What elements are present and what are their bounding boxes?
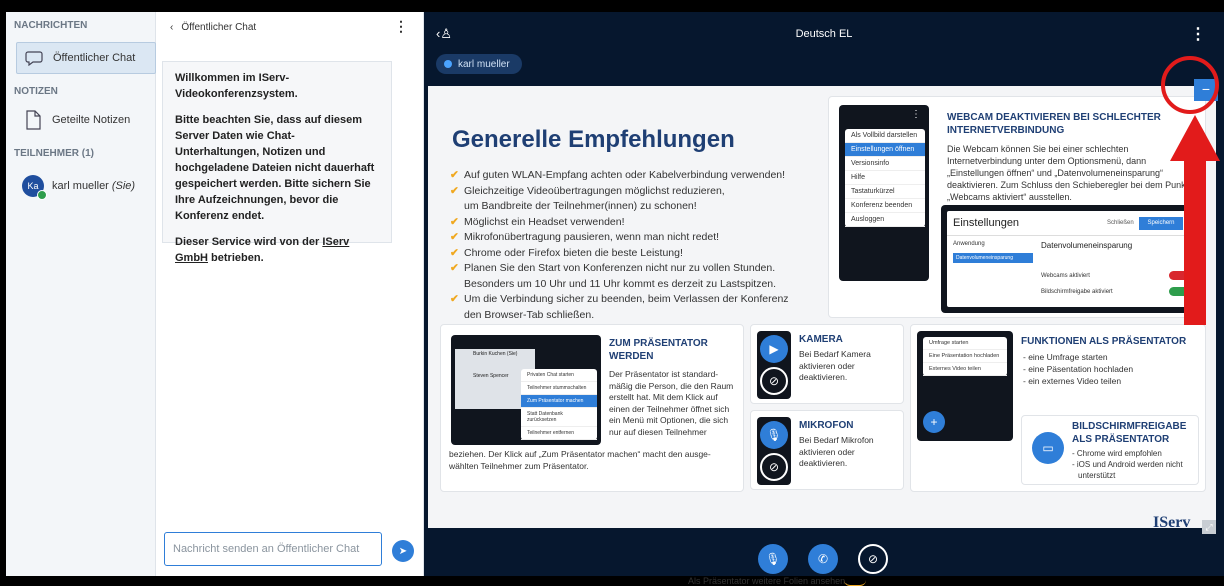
mic-off-icon: ⊘ (760, 453, 788, 481)
tip-item: ✔ Mikrofonübertragung pausieren, wenn man… (450, 231, 720, 243)
tip-item: den Browser-Tab schließen. (464, 308, 595, 321)
options-kebab-icon[interactable]: ⋮ (1190, 24, 1206, 44)
welcome-message: Willkommen im IServ-Videokonferenzsystem… (162, 61, 392, 264)
functions-list: - eine Umfrage starten - eine Päsentatio… (1023, 352, 1134, 386)
arrow-icon (844, 580, 866, 586)
participant-item[interactable]: Ka karl mueller (Sie) (16, 170, 156, 202)
chat-message-input[interactable]: Nachricht senden an Öffentlicher Chat (164, 532, 382, 566)
phone-icon: ✆ (817, 552, 829, 566)
camera-off-icon: ⊘ (867, 552, 879, 566)
section-notes: NOTIZEN (14, 86, 58, 97)
chat-bubble-icon (23, 47, 45, 69)
send-icon: ➤ (398, 545, 408, 557)
iserv-logo: IServ (1153, 514, 1191, 531)
red-arrow-annotation (1170, 115, 1220, 325)
mic-title: MIKROFON (799, 420, 854, 431)
options-menu-screenshot: ⋮ Als Vollbild darstellen Einstellungen … (839, 105, 929, 281)
microphone-card: 🎙 ⊘ MIKROFON Bei Bedarf Mikrofon aktivie… (750, 410, 904, 490)
status-dot-icon (37, 190, 47, 200)
media-controls: 🎙 ✆ ⊘ (424, 536, 1224, 576)
presenter-actions-screenshot: Umfrage starten Eine Präsentation hochla… (917, 331, 1013, 441)
functions-card: Umfrage starten Eine Präsentation hochla… (910, 324, 1206, 492)
presenter-text: Der Präsentator ist standard-mäßig die P… (609, 369, 734, 437)
sidebar-item-shared-notes[interactable]: Geteilte Notizen (16, 104, 156, 136)
participant-menu-screenshot: Burkin Kuchen (Sie) Steven Spencer Priva… (451, 335, 601, 445)
chat-panel: ‹ Öffentlicher Chat ⋮ Willkommen im ISer… (156, 12, 424, 576)
kebab-menu-icon[interactable]: ⋮ (394, 18, 408, 35)
presenter-card: Burkin Kuchen (Sie) Steven Spencer Priva… (440, 324, 744, 492)
tip-item: ✔ Gleichzeitige Videoübertragungen möglic… (450, 184, 725, 197)
camera-icons: ▶ ⊘ (757, 331, 791, 399)
welcome-line-1: Willkommen im IServ-Videokonferenzsystem… (175, 72, 298, 100)
tip-item: um Bandbreite der Teilnehmer(innen) zu s… (464, 200, 697, 212)
section-participants: TEILNEHMER (1) (14, 148, 94, 159)
tip-item: ✔ Planen Sie den Start von Konferenzen ni… (450, 262, 776, 274)
section-messages: NACHRICHTEN (14, 20, 88, 31)
tip-item: ✔ Chrome oder Firefox bieten die beste Le… (450, 246, 683, 259)
tip-item: ✔ Auf guten WLAN-Empfang achten oder Kabe… (450, 169, 786, 181)
conference-area: ‹♙ Deutsch EL ⋮ karl mueller Generelle E… (424, 12, 1224, 586)
webcam-card: ⋮ Als Vollbild darstellen Einstellungen … (828, 96, 1206, 318)
avatar: Ka (22, 175, 47, 200)
microphone-icon: 🎙 (765, 552, 781, 566)
webcam-text: Die Webcam können Sie bei einer schlecht… (947, 144, 1189, 202)
screenshare-card: ▭ BILDSCHIRMFREIGABE ALS PRÄSENTATOR - C… (1021, 415, 1199, 485)
microphone-button[interactable]: 🎙 (758, 544, 788, 574)
welcome-line-2: Bitte beachten Sie, dass auf diesem Serv… (175, 114, 375, 222)
presentation-slide: Generelle Empfehlungen ✔ Auf guten WLAN-E… (428, 86, 1216, 586)
sidebar-item-label: Geteilte Notizen (52, 114, 131, 126)
fullscreen-icon[interactable]: ⤢ (1202, 520, 1216, 534)
microphone-icons: 🎙 ⊘ (757, 417, 791, 485)
sidebar-item-label: Öffentlicher Chat (53, 52, 136, 64)
highlight-circle-annotation (1161, 56, 1219, 114)
chat-input-placeholder: Nachricht senden an Öffentlicher Chat (173, 543, 360, 555)
mic-on-icon: 🎙 (760, 421, 788, 449)
camera-text: Bei Bedarf Kamera aktivieren oder deakti… (799, 349, 871, 382)
camera-off-icon: ⊘ (760, 367, 788, 395)
participant-self-tag: (Sie) (111, 180, 136, 192)
participant-name: karl mueller (52, 180, 109, 192)
chat-header: ‹ Öffentlicher Chat ⋮ (156, 12, 424, 42)
app-window: NACHRICHTEN Öffentlicher Chat NOTIZEN Ge… (0, 0, 1224, 586)
back-chevron-icon[interactable]: ‹ (170, 22, 173, 33)
sidebar-item-public-chat[interactable]: Öffentlicher Chat (16, 42, 156, 74)
camera-title: KAMERA (799, 334, 843, 345)
screenshare-list: - Chrome wird empfohlen - iOS und Androi… (1072, 449, 1183, 480)
talking-indicator-icon (444, 60, 452, 68)
welcome-line-3: Dieser Service wird von der IServ GmbH b… (175, 236, 350, 264)
mic-text: Bei Bedarf Mikrofon aktivieren oder deak… (799, 435, 874, 468)
settings-screenshot: Einstellungen Schließen Speichern Anwend… (941, 205, 1199, 313)
tip-item: ✔ Möglichst ein Headset verwenden! (450, 215, 625, 228)
presenter-title: ZUM PRÄSENTATOR WERDEN (609, 338, 708, 362)
functions-title: FUNKTIONEN ALS PRÄSENTATOR (1021, 336, 1187, 347)
conference-title: Deutsch EL (795, 28, 853, 40)
document-icon (22, 109, 44, 131)
presenter-pill: karl mueller (436, 54, 522, 74)
plus-icon: + (923, 411, 945, 433)
screenshare-icon: ▭ (1032, 432, 1064, 464)
tips-list: ✔ Auf guten WLAN-Empfang achten oder Kabe… (450, 168, 830, 323)
audio-phone-button[interactable]: ✆ (808, 544, 838, 574)
screenshare-title: BILDSCHIRMFREIGABE ALS PRÄSENTATOR (1072, 421, 1187, 445)
webcam-title: WEBCAM DEAKTIVIEREN BEI SCHLECHTER INTER… (947, 112, 1161, 136)
camera-toggle-button[interactable]: ⊘ (858, 544, 888, 574)
chat-title: Öffentlicher Chat (181, 21, 257, 33)
slide-heading: Generelle Empfehlungen (452, 126, 735, 153)
tip-item: ✔ Um die Verbindung sicher zu beenden, be… (450, 293, 789, 305)
send-button[interactable]: ➤ (392, 540, 414, 562)
camera-on-icon: ▶ (760, 335, 788, 363)
camera-card: ▶ ⊘ KAMERA Bei Bedarf Kamera aktivieren … (750, 324, 904, 404)
presenter-text-2: beziehen. Der Klick auf „Zum Präsentator… (449, 449, 711, 471)
tip-item: Besonders um 10 Uhr und 11 Uhr kommt es … (464, 277, 777, 290)
slide-footnote: Als Präsentator weitere Folien ansehen. (688, 576, 848, 586)
sidebar: NACHRICHTEN Öffentlicher Chat NOTIZEN Ge… (6, 12, 156, 576)
